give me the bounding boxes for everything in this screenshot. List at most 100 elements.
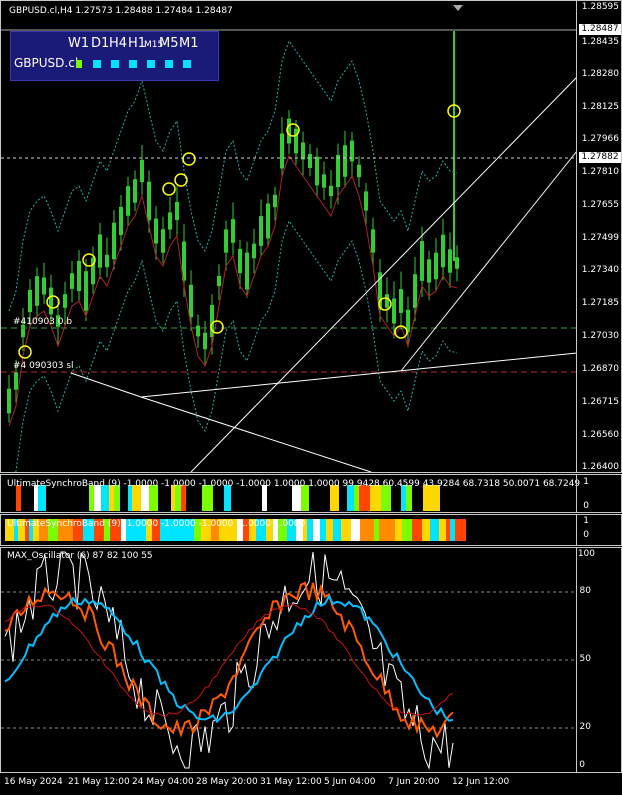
timeframe-panel: W1 D1 H4 H1 M15 M5 M1 GBPUSD.cl [10, 31, 219, 81]
trend-line [140, 396, 372, 472]
synchro-stripe [313, 519, 320, 541]
osc-cyan-line [4, 594, 454, 724]
candle-body [322, 174, 326, 188]
candle-body [119, 206, 123, 236]
candle-body [315, 156, 319, 186]
candle-body [98, 234, 102, 268]
synchro-stripe [364, 519, 374, 541]
indicator-synchroband-1[interactable]: UltimateSynchroBand (9) -1.0000 -1.0000 … [0, 474, 622, 513]
indicator-max-oscillator[interactable]: MAX_Oscillator (6) 87 82 100 55 100 80 5… [0, 547, 622, 773]
candle-body [245, 252, 249, 290]
tf-h4[interactable]: H4 [109, 36, 127, 51]
candle-body [14, 372, 18, 390]
candle-body [371, 229, 375, 253]
moving-average-line [8, 154, 458, 427]
candle-body [77, 260, 81, 292]
price-tick: 1.28280 [581, 69, 619, 79]
status-square [129, 60, 137, 68]
current-price-tag: 1.28487 [579, 24, 621, 35]
candle-body [224, 229, 228, 253]
signal-circle [174, 173, 188, 187]
osc-tick: 80 [579, 586, 591, 596]
indicator-2-label: UltimateSynchroBand (9) -1.0000 -1.0000 … [7, 519, 306, 529]
candle-body [154, 218, 158, 244]
time-tick: 5 Jun 04:00 [324, 777, 376, 787]
synchro-stripe [341, 519, 351, 541]
candle-body [301, 142, 305, 160]
oscillator-canvas [1, 551, 577, 770]
tf-m5[interactable]: M5 [159, 36, 179, 51]
candle-body [441, 234, 445, 268]
synchro-stripe [326, 519, 333, 541]
scale-tick: 1 [583, 477, 589, 487]
price-tick: 1.27185 [581, 298, 619, 308]
symbol-marker [76, 60, 82, 68]
candle-body [70, 273, 74, 289]
candle-body [217, 275, 221, 287]
synchro-stripe [446, 519, 450, 541]
main-chart-pane[interactable]: GBPUSD.cl,H4 1.27573 1.28488 1.27484 1.2… [0, 0, 622, 473]
synchro-stripe [412, 519, 422, 541]
candle-body [168, 212, 172, 230]
candle-body [399, 289, 403, 313]
tf-m1[interactable]: M1 [179, 36, 199, 51]
candle-body [280, 133, 284, 169]
candle-body [392, 298, 396, 324]
candle-body [385, 294, 389, 308]
candle-body [175, 201, 179, 221]
upper-band [8, 39, 458, 312]
tf-d1[interactable]: D1 [91, 36, 109, 51]
candle-body [448, 249, 452, 273]
price-tick: 1.28435 [581, 37, 619, 47]
time-tick: 28 May 20:00 [196, 777, 258, 787]
synchro-stripe [374, 519, 379, 541]
price-axis[interactable]: 1.28595 1.28435 1.28280 1.28125 1.27966 … [576, 1, 621, 472]
synchro-stripe [455, 519, 466, 541]
indicator-1-scale: 1 0 [576, 475, 621, 512]
symbol-info: GBPUSD.cl,H4 1.27573 1.28488 1.27484 1.2… [9, 6, 233, 16]
candle-body [343, 145, 347, 177]
candle-body [336, 154, 340, 188]
candle-body [266, 203, 270, 239]
time-tick: 12 Jun 12:00 [452, 777, 510, 787]
price-tick: 1.26560 [581, 430, 619, 440]
candle-body [35, 276, 39, 306]
osc-tick: 50 [579, 654, 591, 664]
price-tick: 1.27340 [581, 265, 619, 275]
candle-body [273, 194, 277, 208]
horizontal-line-price-tag: 1.27882 [579, 152, 621, 163]
synchro-stripe [307, 519, 313, 541]
tf-symbol: GBPUSD.cl [14, 56, 79, 70]
price-tick: 1.26870 [581, 364, 619, 374]
time-tick: 31 May 12:00 [260, 777, 322, 787]
candle-body [84, 271, 88, 311]
oscillator-scale: 100 80 50 20 0 [576, 548, 621, 772]
price-tick: 1.28125 [581, 102, 619, 112]
collapse-arrow-icon[interactable] [453, 5, 463, 11]
indicator-1-label: UltimateSynchroBand (9) -1.0000 -1.0000 … [7, 479, 581, 489]
osc-signal-line [4, 603, 454, 718]
tf-w1[interactable]: W1 [68, 36, 89, 51]
synchro-stripe [320, 519, 326, 541]
candle-body [112, 222, 116, 260]
candle-body [7, 388, 11, 414]
osc-tick: 100 [577, 549, 595, 559]
synchro-stripe [450, 519, 455, 541]
candle-body [140, 159, 144, 183]
candle-body [49, 287, 53, 315]
price-tick: 1.28595 [581, 2, 619, 12]
status-square [183, 60, 191, 68]
indicator-synchroband-2[interactable]: UltimateSynchroBand (9) -1.0000 -1.0000 … [0, 514, 622, 546]
candle-body [147, 181, 151, 221]
candle-body [161, 229, 165, 253]
price-tick: 1.27655 [581, 200, 619, 210]
candle-body [28, 289, 32, 313]
candle-body [238, 248, 242, 274]
synchro-stripe [360, 519, 364, 541]
price-tick: 1.26715 [581, 397, 619, 407]
candle-body [364, 191, 368, 211]
candle-body [189, 284, 193, 318]
candle-body [434, 252, 438, 280]
candle-body [105, 254, 109, 268]
synchro-stripe [395, 519, 402, 541]
